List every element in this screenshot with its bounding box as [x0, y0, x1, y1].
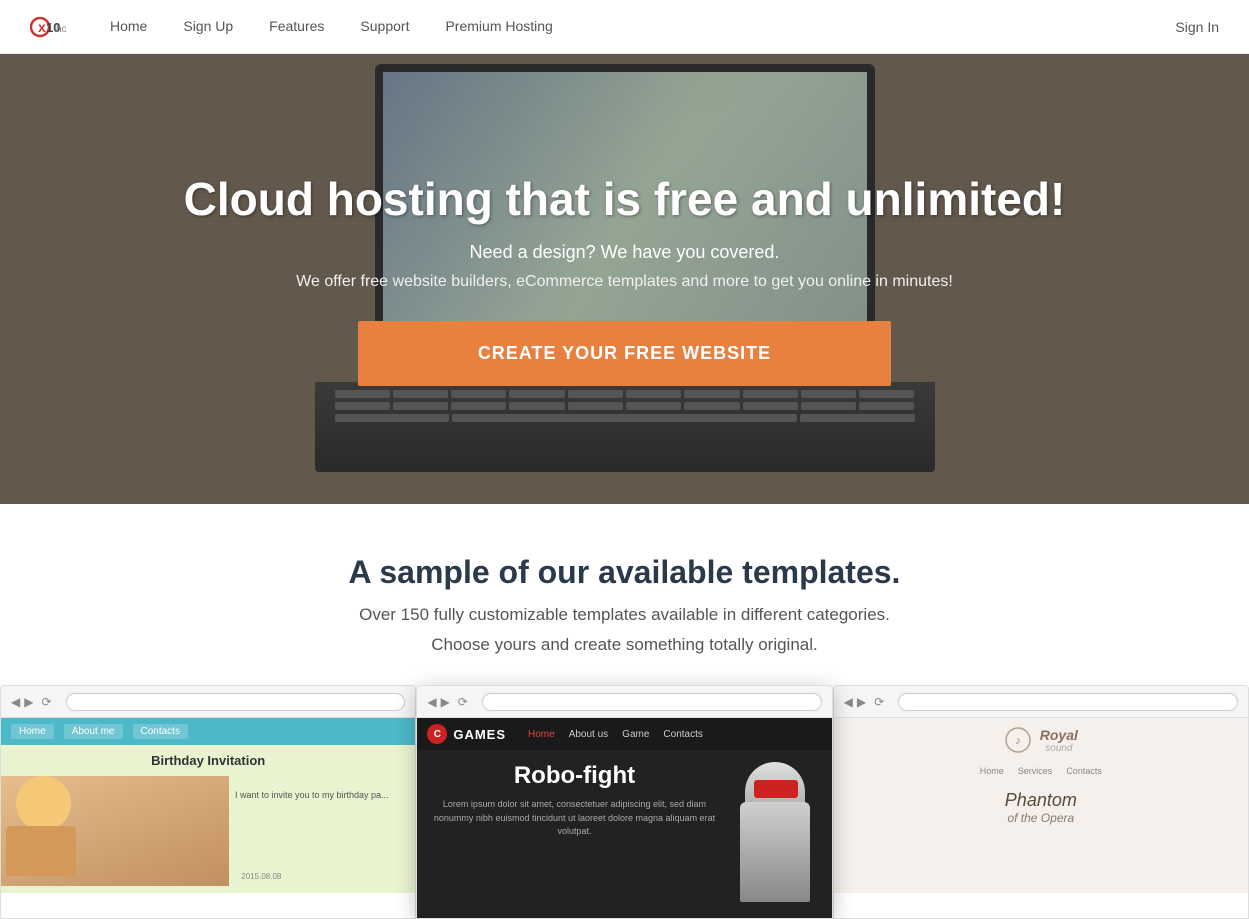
nav-links: Home Sign Up Features Support Premium Ho… [110, 18, 553, 36]
birthday-nav-home: Home [11, 724, 54, 739]
royal-site-logo: ♪ Royal sound [834, 718, 1248, 762]
royal-nav-services: Services [1018, 766, 1053, 776]
template-previews: ◀ ▶ ⟳ Home About me Contacts Birthday In… [0, 685, 1249, 919]
browser-bar-games: ◀ ▶ ⟳ [417, 686, 831, 718]
hero-subtitle: Need a design? We have you covered. [184, 242, 1066, 263]
logo[interactable]: x 10 hosting [30, 9, 70, 45]
create-website-button[interactable]: CREATE YOUR FREE WEBSITE [358, 321, 891, 386]
royal-title-area: Phantom of the Opera [834, 780, 1248, 835]
royal-nav-links: Home Services Contacts [834, 762, 1248, 780]
royal-logo-line2: sound [1040, 743, 1078, 754]
birthday-nav-contacts: Contacts [133, 724, 188, 739]
browser-bar-royal: ◀ ▶ ⟳ [834, 686, 1248, 718]
browser-back-icon-games: ◀ [427, 695, 436, 709]
browser-refresh-icon: ⟳ [41, 695, 51, 709]
template-birthday[interactable]: ◀ ▶ ⟳ Home About me Contacts Birthday In… [0, 685, 416, 919]
birthday-site-nav: Home About me Contacts [1, 718, 415, 745]
browser-bar-birthday: ◀ ▶ ⟳ [1, 686, 415, 718]
birthday-nav-aboutme: About me [64, 724, 123, 739]
template-royal[interactable]: ◀ ▶ ⟳ ♪ Royal sound [833, 685, 1249, 919]
birthday-image [1, 776, 229, 886]
logo-icon: x 10 hosting [30, 9, 66, 45]
hero-description: We offer free website builders, eCommerc… [184, 273, 1066, 291]
browser-nav-buttons-games: ◀ ▶ [427, 695, 449, 709]
nav-signup[interactable]: Sign Up [183, 18, 233, 34]
svg-text:hosting: hosting [56, 24, 66, 35]
games-nav-game: Game [622, 729, 649, 740]
games-site-nav: C GAMES Home About us Game Contacts [417, 718, 831, 750]
games-robot-image [720, 762, 820, 902]
templates-subtitle: Over 150 fully customizable templates av… [0, 605, 1249, 625]
browser-refresh-icon-royal: ⟳ [874, 695, 884, 709]
svg-text:♪: ♪ [1015, 735, 1021, 747]
robot-body [740, 802, 810, 902]
browser-forward-icon: ▶ [24, 695, 33, 709]
browser-url-bar [66, 693, 406, 711]
templates-section: A sample of our available templates. Ove… [0, 504, 1249, 919]
nav-support[interactable]: Support [360, 18, 409, 34]
games-logo-circle: C [427, 724, 447, 744]
hero-content: Cloud hosting that is free and unlimited… [144, 172, 1106, 386]
games-logo: C GAMES [427, 724, 506, 744]
hero-title: Cloud hosting that is free and unlimited… [184, 172, 1066, 226]
browser-url-bar-royal [898, 693, 1238, 711]
games-title-area: Robo-fight Lorem ipsum dolor sit amet, c… [429, 762, 719, 902]
nav-features[interactable]: Features [269, 18, 324, 34]
royal-title-main: Phantom [844, 790, 1238, 811]
templates-title: A sample of our available templates. [0, 554, 1249, 591]
royal-nav-contacts: Contacts [1066, 766, 1102, 776]
browser-forward-icon-games: ▶ [441, 695, 450, 709]
games-brand-name: GAMES [453, 727, 506, 742]
games-hero: Robo-fight Lorem ipsum dolor sit amet, c… [417, 750, 831, 914]
browser-refresh-icon-games: ⟳ [458, 695, 468, 709]
birthday-preview-content: Home About me Contacts Birthday Invitati… [1, 718, 415, 893]
royal-title-sub: of the Opera [844, 811, 1238, 825]
navbar: x 10 hosting Home Sign Up Features Suppo… [0, 0, 1249, 54]
nav-home[interactable]: Home [110, 18, 147, 34]
birthday-text-overlay: I want to invite you to my birthday pa..… [208, 786, 415, 804]
royal-nav-home: Home [980, 766, 1004, 776]
browser-back-icon-royal: ◀ [844, 695, 853, 709]
royal-logo-line1: Royal [1040, 727, 1078, 743]
laptop-keyboard [315, 382, 935, 472]
template-games[interactable]: ◀ ▶ ⟳ C GAMES Home About us Game Con [416, 685, 832, 919]
browser-back-icon: ◀ [11, 695, 20, 709]
games-nav-about: About us [569, 729, 608, 740]
games-preview-content: C GAMES Home About us Game Contacts Robo… [417, 718, 831, 918]
browser-nav-buttons: ◀ ▶ [11, 695, 33, 709]
games-nav-contacts: Contacts [663, 729, 702, 740]
robot-visor [754, 780, 798, 798]
hero-section: Cloud hosting that is free and unlimited… [0, 54, 1249, 504]
browser-forward-icon-royal: ▶ [857, 695, 866, 709]
birthday-site-title: Birthday Invitation [1, 745, 415, 776]
games-hero-desc: Lorem ipsum dolor sit amet, consectetuer… [429, 798, 719, 839]
svg-text:x: x [38, 19, 46, 35]
nav-premium-hosting[interactable]: Premium Hosting [445, 18, 552, 34]
games-nav-home: Home [528, 729, 555, 740]
games-hero-title: Robo-fight [429, 762, 719, 790]
browser-nav-buttons-royal: ◀ ▶ [844, 695, 866, 709]
signin-link[interactable]: Sign In [1175, 19, 1219, 35]
games-nav-links: Home About us Game Contacts [528, 729, 703, 740]
royal-logo-icon: ♪ [1004, 726, 1032, 754]
browser-url-bar-games [482, 693, 822, 711]
templates-tagline: Choose yours and create something totall… [0, 635, 1249, 655]
royal-preview-content: ♪ Royal sound Home Services Contacts Pha… [834, 718, 1248, 893]
